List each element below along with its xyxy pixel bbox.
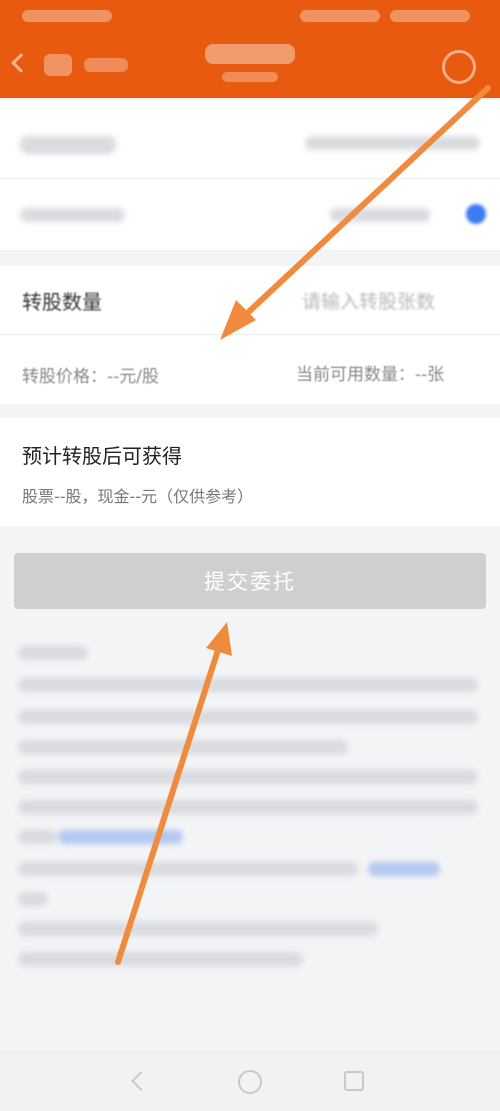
- divider: [0, 334, 500, 335]
- price-text: 转股价格：--元/股: [22, 367, 159, 387]
- radio-selected-icon[interactable]: [466, 204, 486, 224]
- divider: [0, 178, 500, 179]
- status-time-blurred: [22, 10, 112, 22]
- blurred-link[interactable]: [58, 830, 183, 844]
- app-header: [0, 32, 500, 98]
- page-subtitle-blurred: [222, 72, 278, 82]
- blurred-text-line: [18, 892, 48, 906]
- available-text: 当前可用数量：--张: [296, 365, 445, 385]
- blurred-link[interactable]: [368, 862, 440, 876]
- help-circle-icon[interactable]: [442, 50, 476, 84]
- status-battery-blurred: [390, 10, 470, 22]
- blurred-text-line: [18, 952, 303, 966]
- blurred-select[interactable]: [305, 136, 480, 150]
- account-card-blurred: [0, 100, 500, 250]
- page-title-blurred: [205, 44, 295, 64]
- blurred-text-line: [18, 862, 358, 876]
- blurred-text-line: [18, 800, 478, 814]
- triangle-back-icon[interactable]: [131, 1071, 151, 1091]
- quantity-label: 转股数量: [22, 290, 102, 314]
- blurred-text-line: [18, 830, 58, 844]
- estimate-card: [0, 418, 500, 526]
- blurred-text-line: [18, 710, 478, 724]
- conversion-form-card: 转股数量 请输入转股张数 转股价格：--元/股 当前可用数量：--张: [0, 266, 500, 404]
- status-indicators-blurred: [300, 10, 380, 22]
- status-bar: [0, 0, 500, 32]
- blurred-text-line: [18, 646, 88, 660]
- blurred-label: [20, 208, 125, 222]
- back-logo-blurred: [44, 54, 72, 76]
- estimate-detail: 股票--股，现金--元（仅供参考）: [22, 487, 254, 506]
- blurred-label: [20, 136, 116, 154]
- chevron-left-icon: [11, 53, 31, 73]
- blurred-option: [330, 208, 430, 222]
- back-button[interactable]: [11, 52, 134, 78]
- square-recent-icon[interactable]: [344, 1071, 364, 1091]
- blurred-text-line: [18, 922, 378, 936]
- tips-section-blurred: [0, 630, 500, 1050]
- back-label-blurred: [84, 58, 128, 72]
- blurred-text-line: [18, 740, 348, 754]
- submit-button[interactable]: 提交委托: [14, 553, 486, 609]
- system-nav-bar: [0, 1050, 500, 1111]
- circle-home-icon[interactable]: [238, 1070, 262, 1094]
- estimate-title: 预计转股后可获得: [22, 444, 182, 468]
- blurred-text-line: [18, 770, 478, 784]
- quantity-input[interactable]: 请输入转股张数: [302, 287, 435, 314]
- blurred-text-line: [18, 678, 478, 692]
